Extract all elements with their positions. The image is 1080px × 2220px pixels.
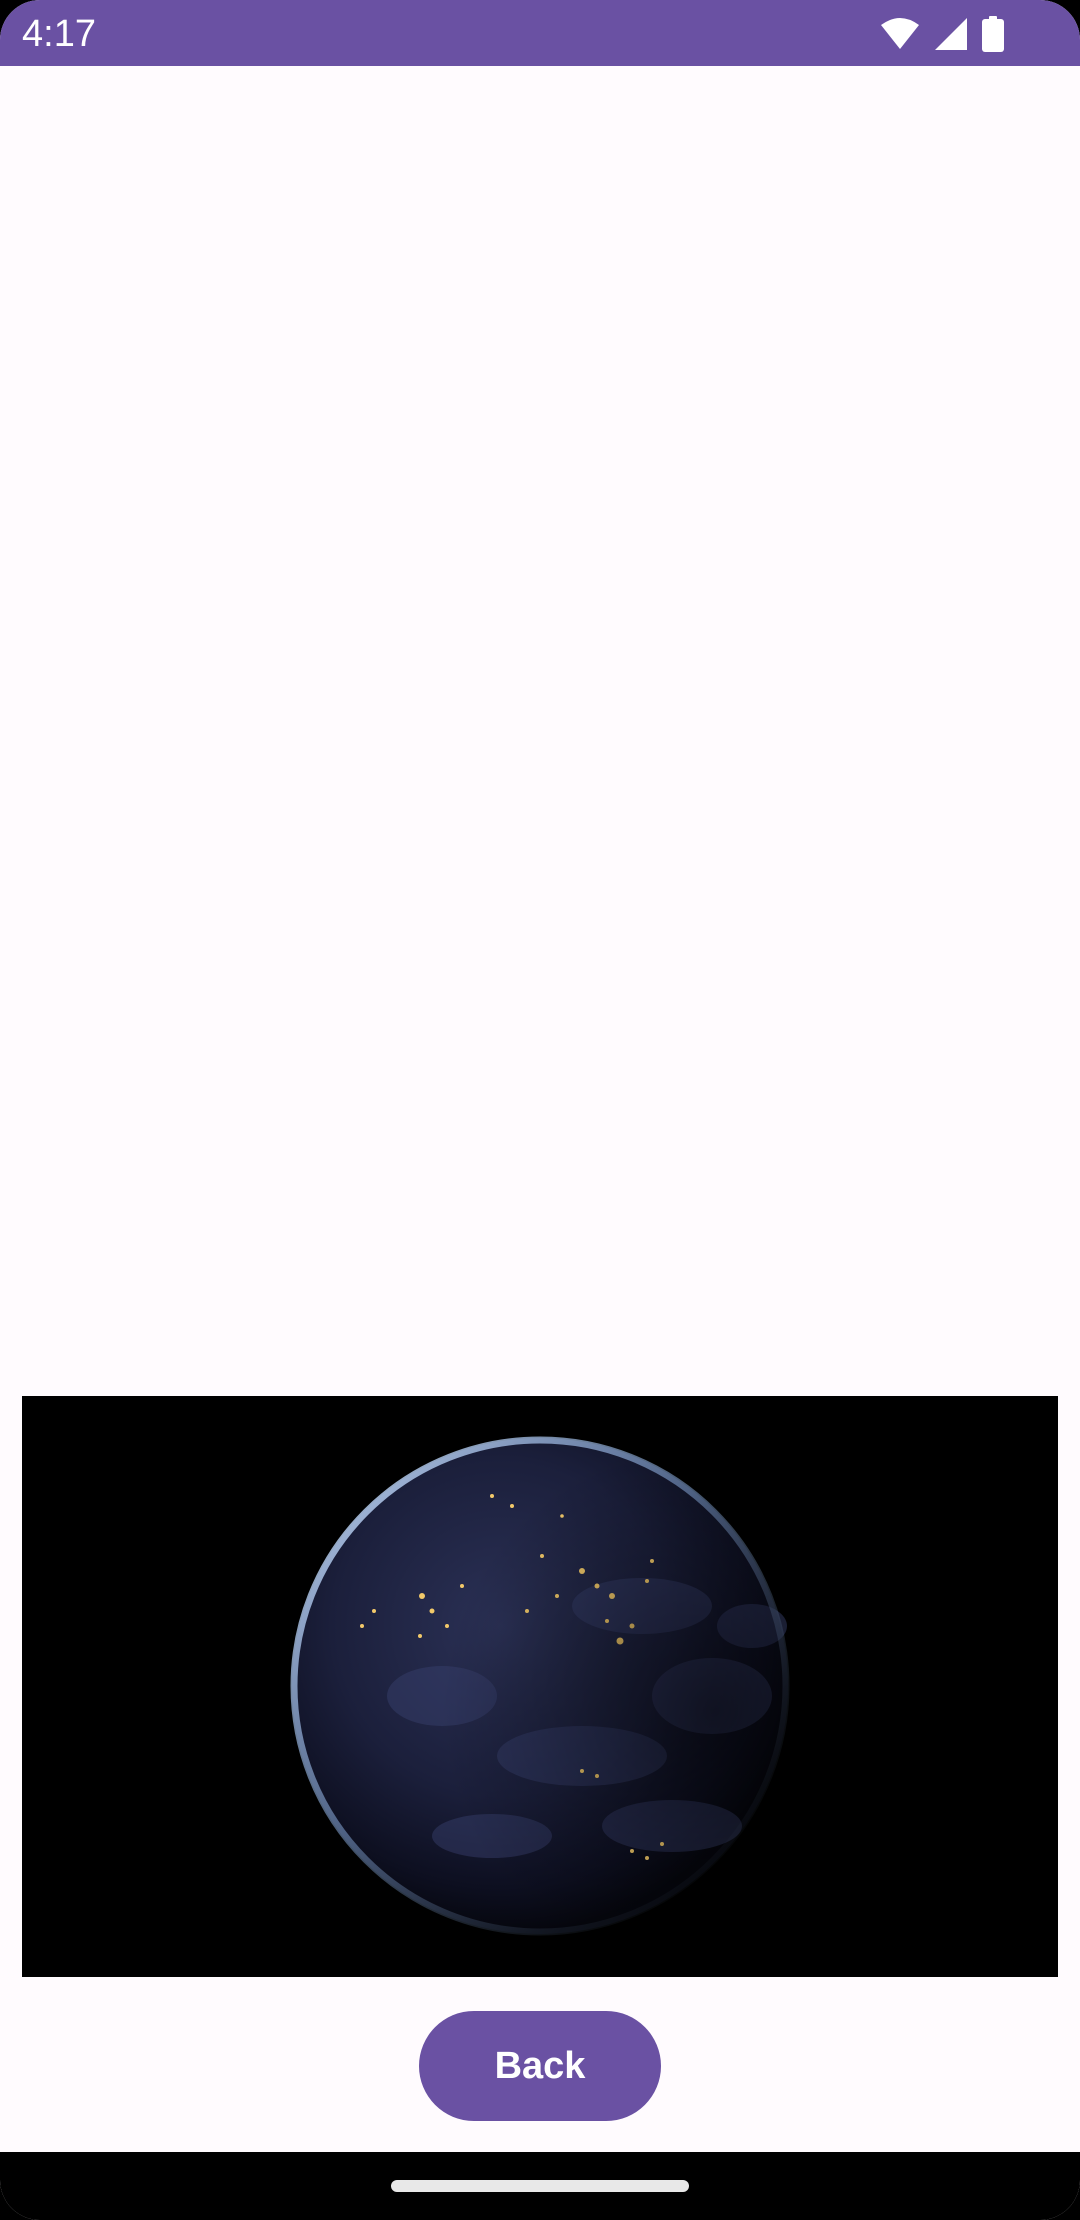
- cellular-signal-icon: [934, 17, 968, 51]
- battery-icon: [982, 16, 1004, 52]
- status-time: 4:17: [22, 13, 96, 55]
- status-icons: [880, 14, 1004, 54]
- wifi-icon: [880, 17, 920, 51]
- video-player[interactable]: [22, 1396, 1058, 1977]
- back-button[interactable]: Back: [419, 2011, 661, 2121]
- status-bar: 4:17: [0, 0, 1080, 66]
- earth-at-night-icon: [22, 1396, 1058, 1977]
- home-gesture-handle[interactable]: [391, 2180, 689, 2192]
- navigation-bar: [0, 2152, 1080, 2220]
- app-screen: 4:17 Back: [0, 0, 1080, 2220]
